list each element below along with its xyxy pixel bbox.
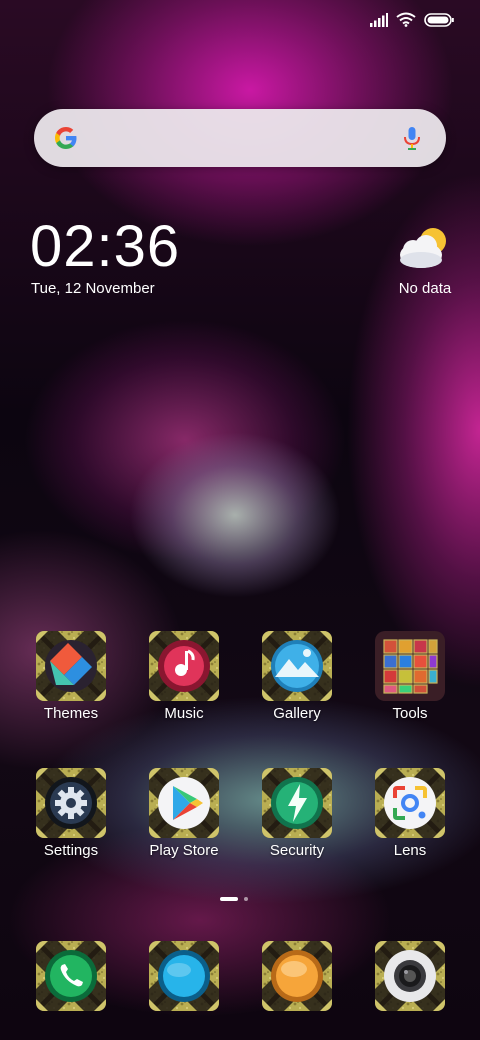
signal-icon bbox=[370, 12, 388, 32]
partly-cloudy-icon[interactable] bbox=[396, 224, 452, 272]
mic-icon[interactable] bbox=[398, 124, 426, 152]
tools-folder-icon bbox=[375, 631, 445, 701]
browser-icon bbox=[262, 941, 332, 1011]
app-label: Security bbox=[269, 842, 325, 859]
app-play-store[interactable]: Play Store bbox=[134, 768, 234, 878]
google-search-bar[interactable] bbox=[34, 109, 446, 167]
music-icon bbox=[149, 631, 219, 701]
app-label: Music bbox=[164, 705, 204, 722]
app-label: Settings bbox=[43, 842, 99, 859]
app-label: Tools bbox=[392, 705, 428, 722]
page-dot-active[interactable] bbox=[220, 897, 238, 901]
weather-status[interactable]: No data bbox=[380, 280, 470, 298]
app-label: Play Store bbox=[149, 842, 219, 859]
app-label: Lens bbox=[393, 842, 427, 859]
page-dot[interactable] bbox=[244, 897, 248, 901]
app-tools-folder[interactable]: Tools bbox=[360, 631, 460, 741]
messaging-icon bbox=[149, 941, 219, 1011]
dock-camera[interactable] bbox=[375, 941, 445, 1011]
gallery-icon bbox=[262, 631, 332, 701]
security-icon bbox=[262, 768, 332, 838]
app-settings[interactable]: Settings bbox=[21, 768, 121, 878]
camera-icon bbox=[375, 941, 445, 1011]
app-label: Gallery bbox=[273, 705, 321, 722]
dock-browser[interactable] bbox=[262, 941, 332, 1011]
themes-icon bbox=[36, 631, 106, 701]
phone-icon bbox=[36, 941, 106, 1011]
app-security[interactable]: Security bbox=[247, 768, 347, 878]
clock-date[interactable]: Tue, 12 November bbox=[31, 280, 155, 298]
app-themes[interactable]: Themes bbox=[21, 631, 121, 741]
app-gallery[interactable]: Gallery bbox=[247, 631, 347, 741]
play-store-icon bbox=[149, 768, 219, 838]
app-music[interactable]: Music bbox=[134, 631, 234, 741]
dock-phone[interactable] bbox=[36, 941, 106, 1011]
clock-time[interactable]: 02:36 bbox=[30, 212, 180, 282]
battery-icon bbox=[424, 12, 454, 32]
google-g-icon bbox=[52, 124, 80, 152]
wifi-icon bbox=[396, 12, 416, 32]
lens-icon bbox=[375, 768, 445, 838]
app-lens[interactable]: Lens bbox=[360, 768, 460, 878]
status-bar bbox=[370, 10, 454, 34]
page-indicator bbox=[220, 897, 248, 901]
settings-icon bbox=[36, 768, 106, 838]
dock-messaging[interactable] bbox=[149, 941, 219, 1011]
app-label: Themes bbox=[43, 705, 99, 722]
